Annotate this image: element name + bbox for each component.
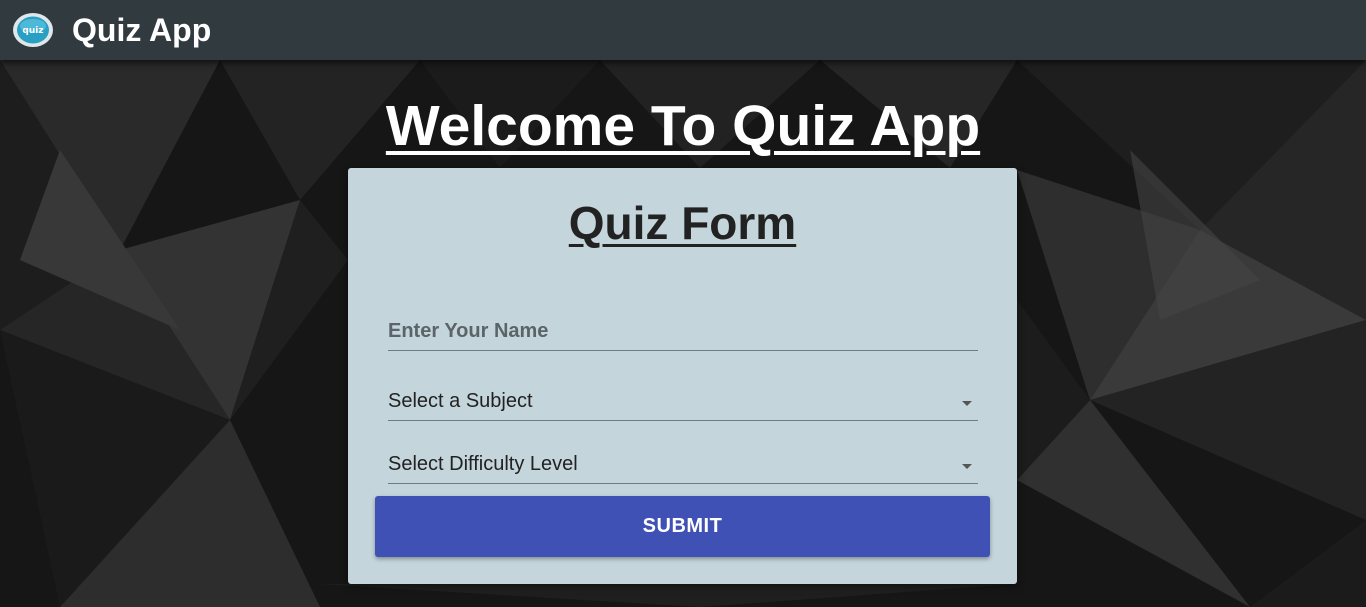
name-field[interactable] bbox=[388, 307, 978, 351]
subject-select[interactable]: Select a Subject bbox=[388, 377, 978, 421]
dropdown-arrow-icon[interactable] bbox=[962, 464, 972, 469]
quiz-form-card: Quiz Form Select a Subject Select Diffic… bbox=[348, 168, 1017, 584]
welcome-heading: Welcome To Quiz App bbox=[385, 94, 981, 158]
dropdown-arrow-icon[interactable] bbox=[962, 401, 972, 406]
quiz-logo-icon[interactable]: quiz bbox=[12, 11, 54, 49]
difficulty-select-value: Select Difficulty Level bbox=[388, 453, 578, 475]
app-bar: quiz Quiz App bbox=[0, 0, 1366, 60]
name-input[interactable] bbox=[388, 316, 968, 346]
form-title: Quiz Form bbox=[568, 197, 797, 249]
logo-text: quiz bbox=[22, 26, 43, 36]
app-title: Quiz App bbox=[72, 12, 212, 48]
difficulty-select[interactable]: Select Difficulty Level bbox=[388, 440, 978, 484]
subject-select-value: Select a Subject bbox=[388, 390, 533, 412]
submit-button[interactable]: SUBMIT bbox=[375, 496, 990, 557]
